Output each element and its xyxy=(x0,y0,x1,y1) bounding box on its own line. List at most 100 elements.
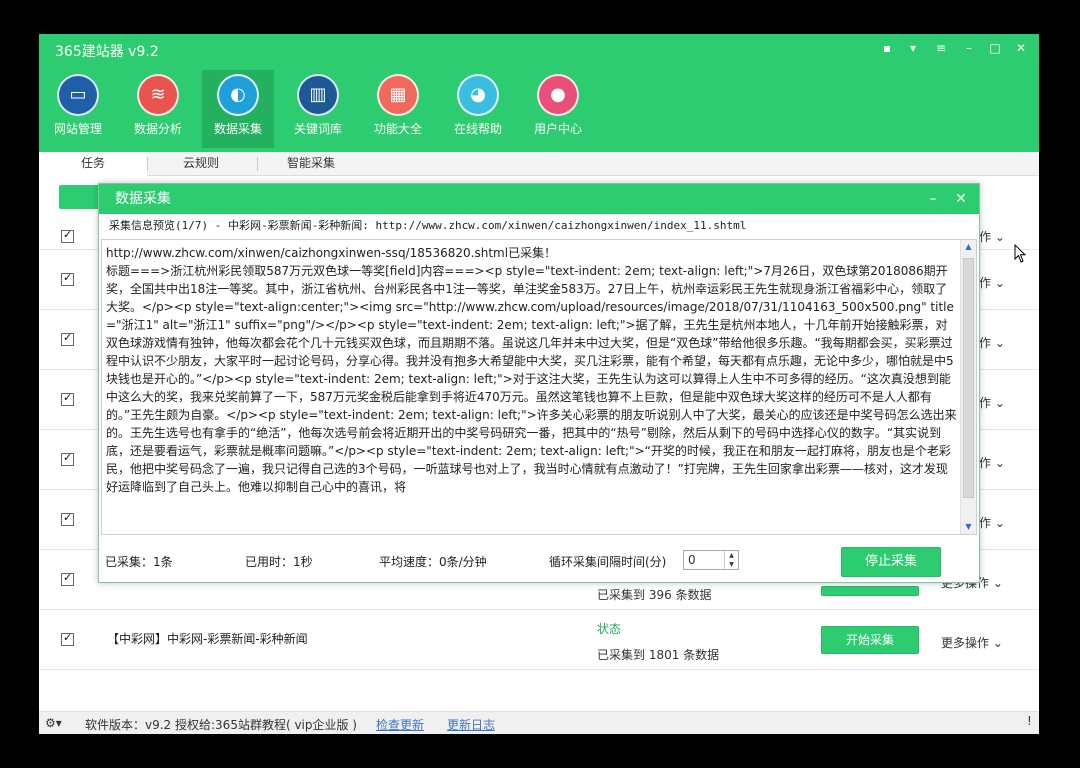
more-actions-label: 作 xyxy=(979,276,992,290)
update-log-link[interactable]: 更新日志 xyxy=(447,716,495,733)
close-icon[interactable]: ✕ xyxy=(1009,38,1033,58)
chevron-down-icon: ⌄ xyxy=(991,336,1005,350)
title-bar: 365建站器 v9.2 ▪ ▾ ≡ – □ ✕ ▭ 网站管理 ≋ 数据分析 ◐ 数据采集 ▥ 关键词库 ▦… xyxy=(39,34,1039,152)
dialog-title: 数据采集 xyxy=(99,184,979,214)
tab-bar: 任务 云规则 智能采集 xyxy=(39,152,1039,176)
more-actions-label: 作 xyxy=(979,516,992,530)
log-scrollbar[interactable]: ▲ ▼ xyxy=(960,240,976,534)
scroll-up-icon[interactable]: ▲ xyxy=(961,240,976,254)
interval-value: 0 xyxy=(688,553,696,567)
chevron-down-icon: ⌄ xyxy=(991,456,1005,470)
more-actions-dropdown[interactable]: 更多操作 ⌄ xyxy=(941,634,1003,651)
more-actions-dropdown[interactable]: 作 ⌄ xyxy=(979,514,1005,531)
toolbar-globe-button[interactable]: ◐ 数据采集 xyxy=(202,70,274,148)
chevron-down-icon: ⌄ xyxy=(991,276,1005,290)
dialog-close-icon[interactable]: ✕ xyxy=(951,189,971,209)
elapsed-time: 已用时：1秒 xyxy=(245,555,313,569)
chevron-down-icon: ⌄ xyxy=(989,636,1003,650)
more-actions-label: 作 xyxy=(979,456,992,470)
stop-collect-button[interactable]: 停止采集 xyxy=(841,547,941,577)
collect-log-textarea[interactable]: http://www.zhcw.com/xinwen/caizhongxinwe… xyxy=(101,239,977,535)
interval-stepper[interactable]: 0 ▲ ▼ xyxy=(683,550,739,570)
maximize-icon[interactable]: □ xyxy=(983,38,1007,58)
collect-log-content: http://www.zhcw.com/xinwen/caizhongxinwe… xyxy=(106,246,957,494)
toolbar-grid-button[interactable]: ▦ 功能大全 xyxy=(362,70,434,148)
toolbar-label: 网站管理 xyxy=(53,122,102,136)
toolbar-glyph: ◕ xyxy=(470,84,486,105)
chevron-down-icon: ⌄ xyxy=(991,516,1005,530)
app-title: 365建站器 v9.2 xyxy=(55,44,159,60)
start-collect-button[interactable]: 开始采集 xyxy=(821,626,919,654)
toolbar-headset-button[interactable]: ◕ 在线帮助 xyxy=(442,70,514,148)
status-bar: ⚙▾ 软件版本：v9.2 授权给:365站群教程( vip企业版 ) 检查更新 … xyxy=(39,711,1039,734)
chevron-down-icon: ⌄ xyxy=(991,230,1005,244)
more-actions-dropdown[interactable]: 作 ⌄ xyxy=(979,274,1005,291)
row-checkbox[interactable] xyxy=(61,271,74,286)
row-checkbox[interactable] xyxy=(61,228,74,243)
book-icon: ▥ xyxy=(297,74,339,116)
toolbar-label: 数据分析 xyxy=(133,122,182,136)
toolbar-glyph: ▭ xyxy=(69,84,87,105)
row-checkbox[interactable] xyxy=(61,511,74,526)
menu-icon[interactable]: ≡ xyxy=(929,38,953,58)
skin-icon[interactable]: ▾ xyxy=(901,38,925,58)
check-update-link[interactable]: 检查更新 xyxy=(376,716,424,733)
collected-count: 已采集：1条 xyxy=(105,555,173,569)
table-row: 更多操作 ⌄ 【中彩网】中彩网-彩票新闻-彩种新闻 状态已采集到 1801 条数据 开… xyxy=(39,610,1039,670)
toolbar-monitor-button[interactable]: ▭ 网站管理 xyxy=(42,70,114,148)
globe-icon: ◐ xyxy=(217,74,259,116)
version-text: 软件版本：v9.2 xyxy=(85,718,172,732)
message-icon[interactable]: ▪ xyxy=(875,38,899,58)
toolbar-book-button[interactable]: ▥ 关键词库 xyxy=(282,70,354,148)
toolbar-label: 数据采集 xyxy=(213,122,262,136)
row-checkbox[interactable] xyxy=(61,451,74,466)
grid-icon: ▦ xyxy=(377,74,419,116)
row-checkbox[interactable] xyxy=(61,631,74,646)
scroll-down-icon[interactable]: ▼ xyxy=(961,520,976,534)
row-checkbox[interactable] xyxy=(61,331,74,346)
toolbar-label: 用户中心 xyxy=(533,122,582,136)
collected-data-count: 已采集到 396 条数据 xyxy=(597,588,712,602)
license-text: 授权给:365站群教程( vip企业版 ) xyxy=(175,718,357,732)
minimize-icon[interactable]: – xyxy=(957,38,981,58)
more-actions-dropdown[interactable]: 作 ⌄ xyxy=(979,334,1005,351)
tab-tasks[interactable]: 任务 xyxy=(39,152,147,176)
more-actions-label: 作 xyxy=(979,396,992,410)
row-checkbox[interactable] xyxy=(61,571,74,586)
stepper-up-icon[interactable]: ▲ xyxy=(724,551,738,560)
dialog-minimize-icon[interactable]: – xyxy=(923,189,943,209)
settings-icon[interactable]: ⚙▾ xyxy=(45,716,62,730)
more-actions-dropdown[interactable]: 作 ⌄ xyxy=(979,454,1005,471)
start-collect-button[interactable] xyxy=(821,586,919,596)
collect-dialog: 数据采集 – ✕ 采集信息预览(1/7) - 中彩网-彩票新闻-彩种新闻: ht… xyxy=(98,183,980,583)
more-actions-label: 作 xyxy=(979,336,992,350)
toolbar-user-button[interactable]: ● 用户中心 xyxy=(522,70,594,148)
toolbar-label: 关键词库 xyxy=(293,122,342,136)
tab-smart-collect[interactable]: 智能采集 xyxy=(257,152,365,176)
tab-cloud-rules[interactable]: 云规则 xyxy=(147,152,255,176)
chevron-down-icon: ⌄ xyxy=(991,396,1005,410)
toolbar-database-button[interactable]: ≋ 数据分析 xyxy=(122,70,194,148)
monitor-icon: ▭ xyxy=(57,74,99,116)
preview-header: 采集信息预览(1/7) - 中彩网-彩票新闻-彩种新闻: http://www.… xyxy=(109,219,747,232)
toolbar-label: 功能大全 xyxy=(373,122,422,136)
mouse-cursor-icon xyxy=(1014,244,1027,263)
more-actions-label: 更多操作 xyxy=(941,636,990,650)
more-actions-dropdown[interactable]: 作 ⌄ xyxy=(979,228,1005,245)
row-checkbox[interactable] xyxy=(61,391,74,406)
headset-icon: ◕ xyxy=(457,74,499,116)
average-speed: 平均速度：0条/分钟 xyxy=(379,555,487,569)
toolbar-glyph: ▥ xyxy=(309,84,327,105)
stepper-down-icon[interactable]: ▼ xyxy=(724,560,738,569)
toolbar-label: 在线帮助 xyxy=(453,122,502,136)
more-actions-dropdown[interactable]: 作 ⌄ xyxy=(979,394,1005,411)
toolbar-glyph: ▦ xyxy=(389,84,407,105)
resize-grip-icon: ! xyxy=(1027,714,1032,728)
toolbar-glyph: ≋ xyxy=(150,84,166,105)
user-icon: ● xyxy=(537,74,579,116)
task-status: 状态 xyxy=(597,622,622,636)
scroll-thumb[interactable] xyxy=(963,258,974,498)
toolbar-glyph: ● xyxy=(550,84,566,105)
task-name: 【中彩网】中彩网-彩票新闻-彩种新闻 xyxy=(107,632,308,646)
database-icon: ≋ xyxy=(137,74,179,116)
